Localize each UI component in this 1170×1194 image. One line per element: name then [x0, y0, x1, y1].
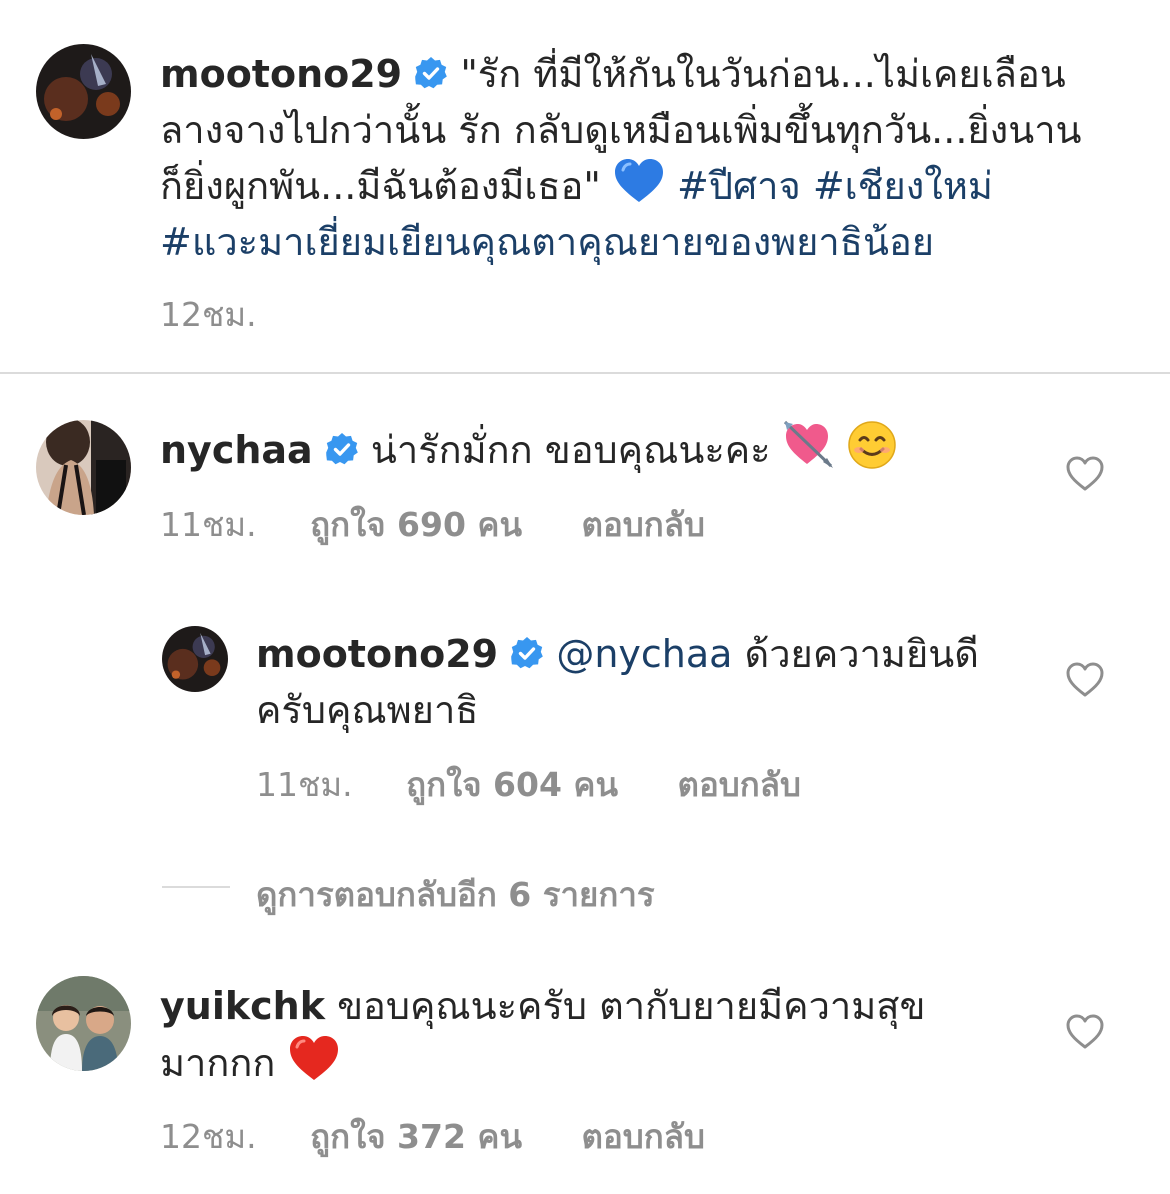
comment-text: มากกก — [160, 1041, 276, 1085]
comment-timestamp: 11ชม. — [160, 505, 257, 544]
comment-nychaa: nychaa น่ารักมั่กก ขอบคุณนะคะ — [160, 420, 897, 485]
verified-badge-icon — [510, 629, 544, 685]
smiling-face-emoji — [847, 420, 897, 485]
blue-heart-emoji — [613, 158, 665, 219]
commenter-avatar[interactable] — [36, 420, 131, 515]
reply-line-1: mootono29 @nychaa ด้วยความยินดี — [256, 626, 979, 685]
comment-meta: 11ชม. ถูกใจ 604 คน ตอบกลับ — [256, 758, 801, 811]
hashtag-link[interactable]: #ปีศาจ — [677, 164, 801, 208]
caption-line-3: ก็ยิ่งผูกพัน...มีฉันต้องมีเธอ" #ปีศาจ #เ… — [160, 158, 993, 219]
mention-link[interactable]: @nychaa — [556, 632, 732, 676]
comment-likes[interactable]: ถูกใจ 604 คน — [406, 765, 618, 804]
red-heart-emoji — [288, 1034, 340, 1097]
verified-badge-icon — [414, 49, 448, 105]
reply-avatar[interactable] — [162, 626, 228, 692]
commenter-avatar[interactable] — [36, 976, 131, 1071]
comment-text: ขอบคุณนะครับ ตากับยายมีความสุข — [337, 984, 926, 1028]
view-replies-button[interactable]: ดูการตอบกลับอีก 6 รายการ — [256, 868, 655, 921]
comment-meta: 12ชม. ถูกใจ 372 คน ตอบกลับ — [160, 1110, 705, 1163]
comment-likes[interactable]: ถูกใจ 690 คน — [310, 505, 522, 544]
caption-text-line-3: ก็ยิ่งผูกพัน...มีฉันต้องมีเธอ" — [160, 164, 601, 208]
comment-likes[interactable]: ถูกใจ 372 คน — [310, 1117, 522, 1156]
caption-username[interactable]: mootono29 — [160, 52, 402, 96]
view-replies-line — [162, 886, 230, 888]
heart-outline-icon[interactable] — [1066, 456, 1104, 496]
heart-arrow-emoji — [783, 420, 835, 485]
comment-line-1: yuikchk ขอบคุณนะครับ ตากับยายมีความสุข — [160, 978, 925, 1034]
comment-timestamp: 11ชม. — [256, 765, 353, 804]
reply-button[interactable]: ตอบกลับ — [582, 505, 705, 544]
reply-button[interactable]: ตอบกลับ — [678, 765, 801, 804]
caption-avatar[interactable] — [36, 44, 131, 139]
caption-text-line-1: "รัก ที่มีให้กันในวันก่อน...ไม่เคยเลือน — [460, 52, 1066, 96]
comment-username[interactable]: yuikchk — [160, 984, 325, 1028]
comment-username[interactable]: mootono29 — [256, 632, 498, 676]
hashtag-link[interactable]: #แวะมาเยี่ยมเยียนคุณตาคุณยายของพยาธิน้อย — [160, 214, 934, 270]
comment-text: ครับคุณพยาธิ — [256, 688, 479, 732]
reply-button[interactable]: ตอบกลับ — [582, 1117, 705, 1156]
comment-username[interactable]: nychaa — [160, 428, 313, 472]
caption-meta: 12ชม. — [160, 288, 257, 341]
verified-badge-icon — [325, 425, 359, 481]
caption-text-line-2: ลางจางไปกว่านั้น รัก กลับดูเหมือนเพิ่มขึ… — [160, 108, 1082, 152]
caption-timestamp: 12ชม. — [160, 295, 257, 334]
comment-line-2: มากกก — [160, 1034, 340, 1097]
comment-text: น่ารักมั่กก ขอบคุณนะคะ — [370, 428, 771, 472]
hashtag-link[interactable]: #เชียงใหม่ — [813, 164, 993, 208]
comment-text: ด้วยความยินดี — [744, 632, 979, 676]
heart-outline-icon[interactable] — [1066, 1014, 1104, 1054]
heart-outline-icon[interactable] — [1066, 662, 1104, 702]
comment-meta: 11ชม. ถูกใจ 690 คน ตอบกลับ — [160, 498, 705, 551]
comment-timestamp: 12ชม. — [160, 1117, 257, 1156]
caption-divider — [0, 372, 1170, 374]
caption-line-1: mootono29 "รัก ที่มีให้กันในวันก่อน...ไม… — [160, 46, 1066, 105]
